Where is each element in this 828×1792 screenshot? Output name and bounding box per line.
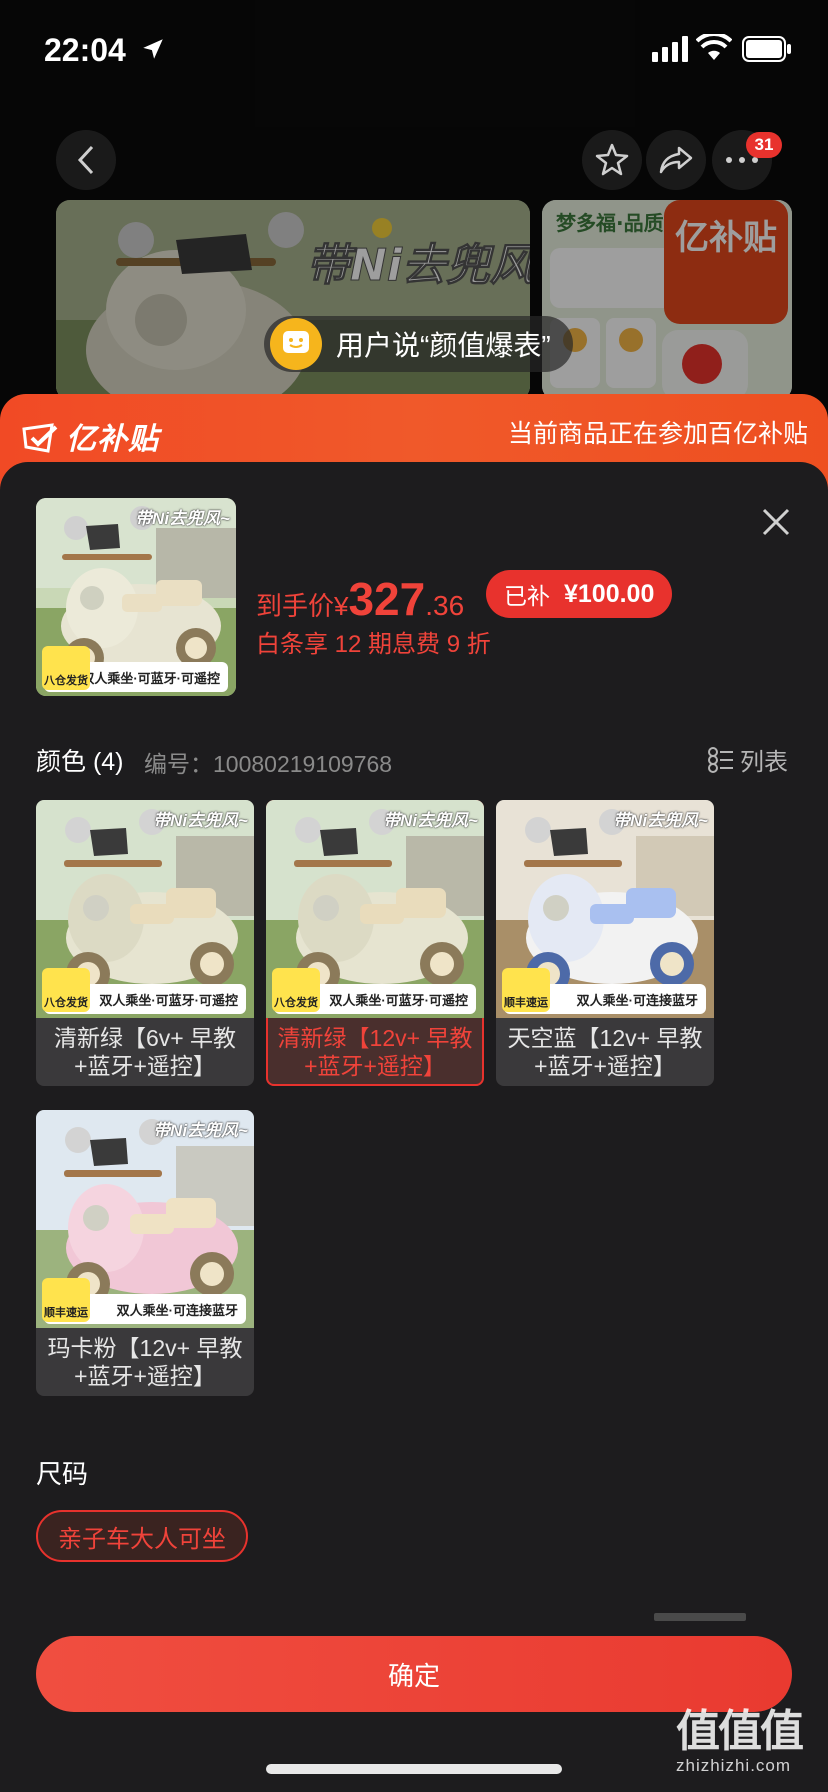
color-option-fresh-green-6v[interactable]: 带Ni去兜风~ 双人乘坐·可蓝牙·可遥控 八仓发货 清新绿【6v+ 早教+蓝牙+遥控…	[36, 800, 254, 1086]
size-section-title: 尺码	[36, 1459, 89, 1489]
wifi-icon	[696, 34, 732, 60]
variant-image-tag: 顺丰速运	[42, 1278, 90, 1322]
price-prefix: 到手价¥	[256, 591, 349, 621]
user-says-text: 用户说“颜值爆表”	[336, 330, 551, 361]
subsidy-amount-value: ¥100.00	[564, 579, 655, 608]
installment-offer: 白条享 12 期息费 9 折	[256, 631, 491, 658]
variant-image: 带Ni去兜风~ 双人乘坐·可连接蓝牙 顺丰速运	[496, 800, 714, 1018]
variant-label: 天空蓝【12v+ 早教+蓝牙+遥控】	[507, 1025, 703, 1079]
confirm-button[interactable]: 确定	[36, 1636, 792, 1712]
variant-image: 带Ni去兜风~ 双人乘坐·可蓝牙·可遥控 八仓发货	[266, 800, 484, 1018]
variant-image-title: 带Ni去兜风~	[613, 811, 708, 830]
variant-image-title: 带Ni去兜风~	[153, 1121, 248, 1140]
user-says-bubble[interactable]: 用户说“颜值爆表”	[264, 316, 573, 372]
list-view-label: 列表	[740, 749, 788, 776]
subsidy-note: 当前商品正在参加百亿补贴	[507, 420, 808, 448]
star-icon	[595, 143, 629, 176]
svg-text:带Ni去兜风~: 带Ni去兜风~	[306, 240, 530, 291]
variant-image: 带Ni去兜风~ 双人乘坐·可蓝牙·可遥控 八仓发货	[36, 800, 254, 1018]
variant-label: 玛卡粉【12v+ 早教+蓝牙+遥控】	[47, 1335, 243, 1389]
price-decimal: .36	[425, 590, 465, 621]
color-section-title: 颜色 (4)	[36, 748, 124, 776]
thumb-image-title: 带Ni去兜风~	[135, 509, 230, 528]
color-option-macaron-pink-12v[interactable]: 带Ni去兜风~ 双人乘坐·可连接蓝牙 顺丰速运 玛卡粉【12v+ 早教+蓝牙+遥控】	[36, 1110, 254, 1396]
comment-face-icon	[270, 318, 322, 370]
color-option-fresh-green-12v[interactable]: 带Ni去兜风~ 双人乘坐·可蓝牙·可遥控 八仓发货 清新绿【12v+ 早教+蓝牙+遥…	[266, 800, 484, 1086]
watermark-logo: 值值值 zhizhizhi.com	[676, 1708, 826, 1788]
selected-sku-thumbnail[interactable]: 带Ni去兜风~ 双人乘坐·可蓝牙·可遥控 八仓发货	[36, 498, 236, 696]
subsidy-logo-text: 亿补贴	[66, 423, 159, 456]
share-icon	[659, 146, 693, 174]
battery-icon	[742, 36, 791, 62]
variant-image-tag: 顺丰速运	[502, 968, 550, 1012]
scroll-indicator	[654, 1613, 746, 1621]
size-option-parent-child[interactable]: 亲子车大人可坐	[36, 1510, 248, 1562]
variant-image-title: 带Ni去兜风~	[383, 811, 478, 830]
chevron-left-icon	[77, 145, 94, 175]
subsidy-badge-image: 亿补贴	[664, 200, 788, 324]
list-view-icon	[708, 746, 733, 773]
final-price: 到手价¥327.36	[256, 572, 464, 626]
variant-image: 带Ni去兜风~ 双人乘坐·可连接蓝牙 顺丰速运	[36, 1110, 254, 1328]
color-option-sky-blue-12v[interactable]: 带Ni去兜风~ 双人乘坐·可连接蓝牙 顺丰速运 天空蓝【12v+ 早教+蓝牙+遥控】	[496, 800, 714, 1086]
subsidy-logo: 亿补贴	[22, 414, 159, 458]
subsidy-logo-icon	[22, 423, 58, 453]
close-icon[interactable]	[756, 502, 796, 542]
product-code: 编号：10080219109768	[144, 751, 393, 777]
status-time: 22:04	[44, 32, 126, 68]
variant-label: 清新绿【12v+ 早教+蓝牙+遥控】	[277, 1025, 473, 1079]
share-button[interactable]	[646, 130, 706, 190]
home-indicator[interactable]	[266, 1764, 562, 1774]
status-bar: 22:04	[0, 0, 828, 100]
variant-image-tag: 八仓发货	[272, 968, 320, 1012]
subsidy-amount-label: 已补	[504, 583, 550, 609]
variant-image-tag: 八仓发货	[42, 968, 90, 1012]
cellular-signal-icon	[652, 36, 688, 62]
price-integer: 327	[348, 573, 426, 625]
back-button[interactable]	[56, 130, 116, 190]
variant-image-title: 带Ni去兜风~	[153, 811, 248, 830]
thumb-image-tag: 八仓发货	[42, 646, 90, 690]
favorite-button[interactable]	[582, 130, 642, 190]
list-view-toggle[interactable]: 列表	[708, 742, 788, 777]
location-arrow-icon	[143, 39, 163, 59]
subsidy-amount-badge: 已补 ¥100.00	[486, 570, 673, 618]
watermark-sub: zhizhizhi.com	[676, 1756, 792, 1775]
watermark-main: 值值值	[676, 1707, 804, 1756]
variant-label: 清新绿【6v+ 早教+蓝牙+遥控】	[53, 1025, 237, 1079]
notification-badge: 31	[746, 132, 782, 158]
side-chat-icon	[682, 344, 722, 384]
